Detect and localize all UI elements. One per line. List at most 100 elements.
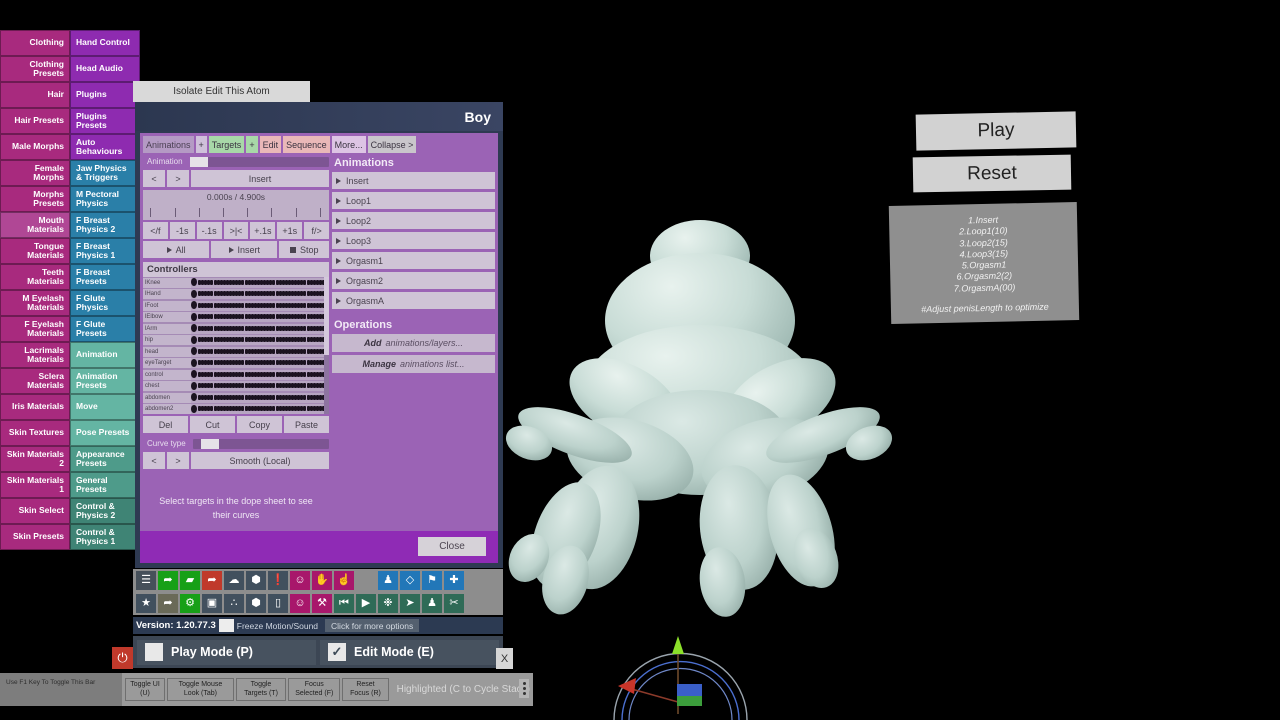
sidebar-item-right-15[interactable]: Pose Presets xyxy=(70,420,140,446)
dope-row[interactable]: control xyxy=(143,369,329,380)
sidebar-item-left-6[interactable]: Morphs Presets xyxy=(0,186,70,212)
freeze-motion-checkbox[interactable] xyxy=(219,619,234,632)
keyframe[interactable] xyxy=(210,383,213,388)
add-person-icon[interactable]: ☺ xyxy=(290,571,310,590)
toolbar-row-2[interactable]: ★➦⚙▣∴⬢▯☺⚒⏮▶❉➤♟✂ xyxy=(133,592,503,615)
keyframe[interactable] xyxy=(241,406,244,411)
keyframe[interactable] xyxy=(303,303,306,308)
keyframe-track[interactable] xyxy=(191,358,329,368)
keyframe-track[interactable] xyxy=(191,335,329,345)
sidebar-item-left-9[interactable]: Teeth Materials xyxy=(0,264,70,290)
animation-item[interactable]: OrgasmA xyxy=(332,292,495,309)
animation-item[interactable]: Orgasm2 xyxy=(332,272,495,289)
keyframe[interactable] xyxy=(272,406,275,411)
timeline-scrubber[interactable]: 0.000s / 4.900s xyxy=(143,190,329,220)
controller-name[interactable]: lFoot xyxy=(143,301,191,311)
remove-person-icon[interactable]: ☺ xyxy=(290,594,310,613)
tab-[interactable]: + xyxy=(246,136,257,153)
keyframe[interactable] xyxy=(210,314,213,319)
time-step-button[interactable]: +.1s xyxy=(250,222,275,239)
time-step-button[interactable]: f/> xyxy=(304,222,329,239)
sidebar-item-right-9[interactable]: F Breast Presets xyxy=(70,264,140,290)
person-icon[interactable]: ♟ xyxy=(378,571,398,590)
tools-icon[interactable]: ✂ xyxy=(444,594,464,613)
keyframe[interactable] xyxy=(210,280,213,285)
flag-icon[interactable]: ⚑ xyxy=(422,571,442,590)
keyframe[interactable] xyxy=(210,291,213,296)
keyframe-track[interactable] xyxy=(191,301,329,311)
tab-edit[interactable]: Edit xyxy=(260,136,282,153)
controller-name[interactable]: eyeTarget xyxy=(143,358,191,368)
keyframe[interactable] xyxy=(241,291,244,296)
sidebar-item-right-10[interactable]: F Glute Physics xyxy=(70,290,140,316)
sidebar-item-right-12[interactable]: Animation xyxy=(70,342,140,368)
animation-slider-knob[interactable] xyxy=(190,157,208,167)
keyframe[interactable] xyxy=(210,360,213,365)
edit-mode-checkbox[interactable]: ✓ xyxy=(328,643,346,661)
load-preset-icon[interactable]: ➦ xyxy=(158,594,178,613)
tab-collapse[interactable]: Collapse > xyxy=(368,136,417,153)
tab-animations[interactable]: Animations xyxy=(143,136,194,153)
sidebar-item-right-0[interactable]: Hand Control xyxy=(70,30,140,56)
keyframe[interactable] xyxy=(191,324,197,332)
sidebar-item-right-18[interactable]: Control & Physics 2 xyxy=(70,498,140,524)
keyframe[interactable] xyxy=(210,372,213,377)
dope-row[interactable]: lKnee xyxy=(143,277,329,288)
controller-name[interactable]: lArm xyxy=(143,324,191,334)
expand-triangle-icon[interactable] xyxy=(336,258,341,264)
keyframe[interactable] xyxy=(272,337,275,342)
controller-name[interactable]: lKnee xyxy=(143,278,191,288)
dope-row[interactable]: abdomen2 xyxy=(143,404,329,415)
sidebar-item-left-5[interactable]: Female Morphs xyxy=(0,160,70,186)
dope-row[interactable]: chest xyxy=(143,381,329,392)
time-step-button[interactable]: -.1s xyxy=(197,222,222,239)
edit-mode-button[interactable]: ✓ Edit Mode (E) xyxy=(320,640,499,665)
keyframe[interactable] xyxy=(191,382,197,390)
keyframe-track[interactable] xyxy=(191,347,329,357)
keyframe[interactable] xyxy=(241,349,244,354)
left-tab-sidebar[interactable]: ClothingHand ControlClothing PresetsHead… xyxy=(0,30,140,550)
time-step-buttons[interactable]: </f-1s-.1s>|<+.1s+1sf/> xyxy=(143,222,329,239)
keyframe-track[interactable] xyxy=(191,393,329,403)
keyframe[interactable] xyxy=(303,383,306,388)
keyframe[interactable] xyxy=(241,337,244,342)
sidebar-item-right-1[interactable]: Head Audio xyxy=(70,56,140,82)
keyframe[interactable] xyxy=(303,326,306,331)
folder-gear-icon[interactable]: ⚙ xyxy=(180,594,200,613)
cloud-icon[interactable]: ☁ xyxy=(224,571,244,590)
toolbar-row-1[interactable]: ☰➦▰➦☁⬢❗☺✋☝♟◇⚑✚ xyxy=(133,569,503,592)
keyframe[interactable] xyxy=(303,372,306,377)
menu-icon[interactable]: ☰ xyxy=(136,571,156,590)
keyframe[interactable] xyxy=(191,278,197,286)
keyframe[interactable] xyxy=(241,303,244,308)
keyframe[interactable] xyxy=(303,280,306,285)
sidebar-item-left-11[interactable]: F Eyelash Materials xyxy=(0,316,70,342)
dope-row[interactable]: lElbow xyxy=(143,312,329,323)
keyframe-track[interactable] xyxy=(191,404,329,414)
warning-icon[interactable]: ❗ xyxy=(268,571,288,590)
keyframe[interactable] xyxy=(303,314,306,319)
controller-name[interactable]: hip xyxy=(143,335,191,345)
dope-row[interactable]: head xyxy=(143,346,329,357)
keyframe[interactable] xyxy=(191,347,197,355)
dope-row[interactable]: lHand xyxy=(143,289,329,300)
keyframe[interactable] xyxy=(272,303,275,308)
controller-name[interactable]: abdomen xyxy=(143,393,191,403)
folder-icon[interactable]: ▰ xyxy=(180,571,200,590)
keyframe[interactable] xyxy=(272,326,275,331)
operation-item[interactable]: Addanimations/layers... xyxy=(332,334,495,352)
controller-name[interactable]: control xyxy=(143,370,191,380)
time-step-button[interactable]: -1s xyxy=(170,222,195,239)
save-scene-icon[interactable]: ➦ xyxy=(202,571,222,590)
sidebar-item-right-17[interactable]: General Presets xyxy=(70,472,140,498)
sidebar-item-right-16[interactable]: Appearance Presets xyxy=(70,446,140,472)
play-all-button[interactable]: All xyxy=(143,241,209,258)
animations-list[interactable]: InsertLoop1Loop2Loop3Orgasm1Orgasm2Orgas… xyxy=(332,172,495,309)
star-icon[interactable]: ★ xyxy=(136,594,156,613)
controller-name[interactable]: head xyxy=(143,347,191,357)
expand-triangle-icon[interactable] xyxy=(336,178,341,184)
keyframe[interactable] xyxy=(272,314,275,319)
person-edit-icon[interactable]: ♟ xyxy=(422,594,442,613)
operations-list[interactable]: Addanimations/layers...Manageanimations … xyxy=(332,334,495,373)
sidebar-item-left-4[interactable]: Male Morphs xyxy=(0,134,70,160)
